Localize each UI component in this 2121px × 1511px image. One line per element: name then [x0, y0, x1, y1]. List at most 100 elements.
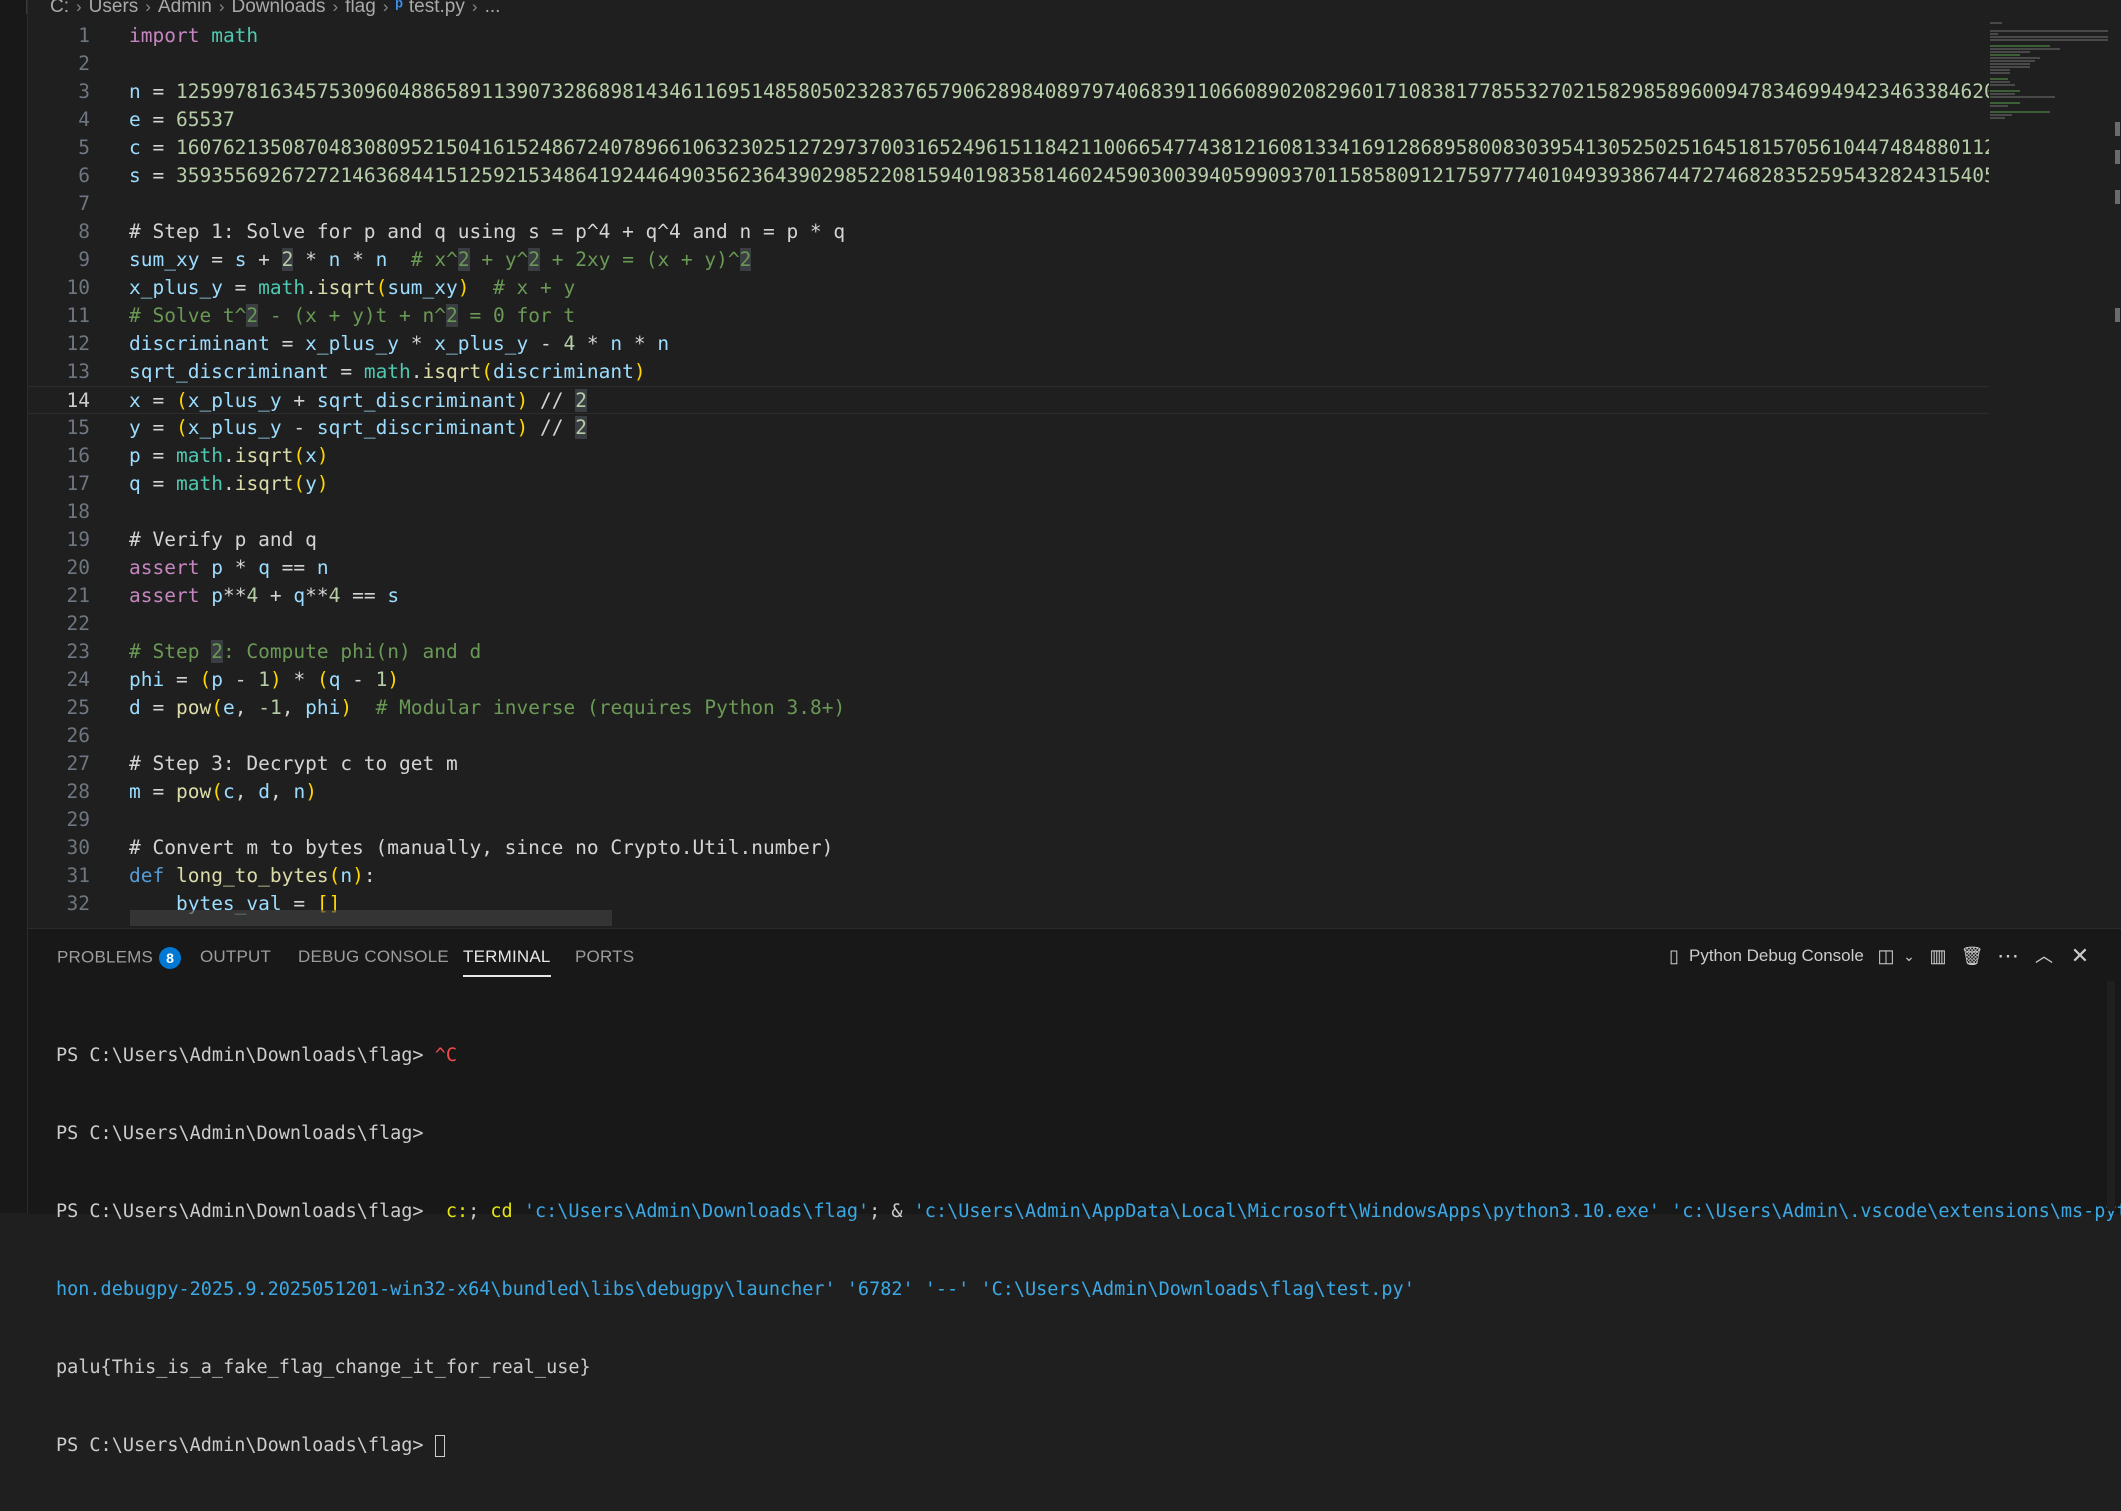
minimap-line	[1990, 93, 2015, 95]
line-number: 2	[78, 52, 90, 75]
minimap-line	[1990, 96, 2055, 98]
line-number: 28	[66, 780, 90, 803]
code-comment: # Verify p and q	[129, 528, 317, 551]
code-line[interactable]: 19 # Verify p and q	[28, 526, 1989, 554]
minimap-line	[1990, 39, 2108, 41]
code-line[interactable]: 20 assert p * q == n	[28, 554, 1989, 582]
code-line[interactable]: 11 # Solve t^2 - (x + y)t + n^2 = 0 for t	[28, 302, 1989, 330]
activity-bar	[0, 0, 28, 1213]
code-line[interactable]: 17 q = math.isqrt(y)	[28, 470, 1989, 498]
minimap-line	[1990, 30, 2108, 32]
terminal-profile-label[interactable]: Python Debug Console	[1689, 941, 1864, 971]
code-line[interactable]: 29	[28, 806, 1989, 834]
split-terminal-icon[interactable]: ◫	[1873, 941, 1899, 971]
minimap-line	[1990, 36, 2108, 38]
minimap-line	[1990, 45, 2050, 47]
breadcrumb-admin[interactable]: Admin	[158, 0, 212, 17]
line-number: 31	[66, 864, 90, 887]
tab-terminal[interactable]: TERMINAL	[463, 947, 551, 977]
code-text: sqrt_discriminant = math.isqrt(discrimin…	[129, 360, 646, 383]
code-line[interactable]: 18	[28, 498, 1989, 526]
close-icon[interactable]: ✕	[2065, 941, 2095, 971]
vertical-scrollbar[interactable]	[2112, 18, 2121, 928]
code-line[interactable]: 9 sum_xy = s + 2 * n * n # x^2 + y^2 + 2x…	[28, 246, 1989, 274]
code-line[interactable]: 26	[28, 722, 1989, 750]
code-line[interactable]: 2	[28, 50, 1989, 78]
line-number: 14	[66, 389, 90, 412]
code-editor[interactable]: 1 import math 2 3 n = 12599781634575309604…	[28, 18, 1989, 928]
code-line[interactable]: 6 s = 35935569267272146368441512592153486…	[28, 162, 1989, 190]
panel-tabs: PROBLEMS 8 OUTPUT DEBUG CONSOLE TERMINAL …	[28, 929, 2121, 981]
code-line[interactable]: 1 import math	[28, 22, 1989, 50]
line-number: 18	[66, 500, 90, 523]
line-number: 1	[78, 24, 90, 47]
scroll-marker	[2115, 122, 2120, 136]
code-line[interactable]: 4 e = 65537	[28, 106, 1989, 134]
code-line[interactable]: 24 phi = (p - 1) * (q - 1)	[28, 666, 1989, 694]
code-comment: # Step 3: Decrypt c to get m	[129, 752, 458, 775]
horizontal-scrollbar[interactable]	[130, 910, 612, 926]
chevron-right-icon: ›	[382, 0, 389, 16]
trash-icon[interactable]: 🗑	[1957, 941, 1987, 971]
code-line[interactable]: 7	[28, 190, 1989, 218]
breadcrumb-users[interactable]: Users	[89, 0, 139, 17]
minimap-line	[1990, 78, 2008, 80]
terminal-line: PS C:\Users\Admin\Downloads\flag>	[56, 1433, 2121, 1459]
code-line[interactable]: 22	[28, 610, 1989, 638]
code-line[interactable]: 5 c = 16076213508704830809521504161524867…	[28, 134, 1989, 162]
tab-output[interactable]: OUTPUT	[200, 947, 271, 967]
code-text: assert p * q == n	[129, 556, 329, 579]
minimap-line	[1990, 63, 2030, 65]
breadcrumb-downloads[interactable]: Downloads	[232, 0, 326, 17]
minimap-line	[1990, 114, 2012, 116]
line-number: 5	[78, 136, 90, 159]
code-line[interactable]: 12 discriminant = x_plus_y * x_plus_y - 4…	[28, 330, 1989, 358]
tab-debug-console[interactable]: DEBUG CONSOLE	[298, 947, 449, 967]
chevron-down-icon[interactable]: ⌄	[1899, 941, 1919, 971]
chevron-right-icon: ›	[145, 0, 151, 16]
line-number: 32	[66, 892, 90, 915]
code-line[interactable]: 30 # Convert m to bytes (manually, since …	[28, 834, 1989, 862]
code-text: d = pow(e, -1, phi) # Modular inverse (r…	[129, 696, 846, 719]
breadcrumb-flag[interactable]: flag	[345, 0, 376, 17]
tab-problems[interactable]: PROBLEMS 8	[57, 947, 182, 969]
chevron-right-icon: ›	[218, 0, 225, 16]
code-line[interactable]: 28 m = pow(c, d, n)	[28, 778, 1989, 806]
minimap[interactable]	[1990, 18, 2110, 928]
code-line[interactable]: 21 assert p**4 + q**4 == s	[28, 582, 1989, 610]
minimap-line	[1990, 72, 2010, 74]
terminal-scrollbar[interactable]	[2107, 981, 2115, 1211]
breadcrumb-symbols[interactable]: ...	[485, 0, 501, 17]
code-line[interactable]: 8 # Step 1: Solve for p and q using s = p…	[28, 218, 1989, 246]
code-line[interactable]: 16 p = math.isqrt(x)	[28, 442, 1989, 470]
code-line[interactable]: 25 d = pow(e, -1, phi) # Modular inverse …	[28, 694, 1989, 722]
code-text: # Solve t^2 - (x + y)t + n^2 = 0 for t	[129, 304, 576, 327]
chevron-up-icon[interactable]: ︿	[2029, 941, 2059, 971]
terminal-output[interactable]: PS C:\Users\Admin\Downloads\flag> ^C PS …	[56, 991, 2121, 1511]
code-line[interactable]: 10 x_plus_y = math.isqrt(sum_xy) # x + y	[28, 274, 1989, 302]
code-line[interactable]: 13 sqrt_discriminant = math.isqrt(discrim…	[28, 358, 1989, 386]
code-line[interactable]: 3 n = 12599781634575309604886589113907328…	[28, 78, 1989, 106]
code-text: y = (x_plus_y - sqrt_discriminant) // 2	[129, 416, 587, 439]
code-line[interactable]: 15 y = (x_plus_y - sqrt_discriminant) // …	[28, 414, 1989, 442]
code-line[interactable]: 23 # Step 2: Compute phi(n) and d	[28, 638, 1989, 666]
line-number: 10	[66, 276, 90, 299]
code-line-current[interactable]: 14 x = (x_plus_y + sqrt_discriminant) // …	[28, 386, 1989, 414]
more-actions-icon[interactable]: ⋯	[1993, 941, 2023, 971]
line-number: 29	[66, 808, 90, 831]
terminal-panel-icon: ▯	[1669, 946, 1679, 966]
minimap-line	[1990, 57, 2040, 59]
line-number: 16	[66, 444, 90, 467]
minimap-line	[1990, 51, 2030, 53]
line-number: 25	[66, 696, 90, 719]
breadcrumb-file[interactable]: test.py	[409, 0, 465, 17]
line-number: 8	[78, 220, 90, 243]
minimap-line	[1990, 90, 2020, 92]
code-line[interactable]: 27 # Step 3: Decrypt c to get m	[28, 750, 1989, 778]
code-line[interactable]: 31 def long_to_bytes(n):	[28, 862, 1989, 890]
minimap-line	[1990, 66, 2030, 68]
code-comment: # Step 2: Compute phi(n) and d	[129, 640, 482, 663]
tab-ports[interactable]: PORTS	[575, 947, 634, 967]
maximize-panel-icon[interactable]: ▥	[1923, 941, 1953, 971]
breadcrumb-drive[interactable]: C:	[50, 0, 69, 17]
